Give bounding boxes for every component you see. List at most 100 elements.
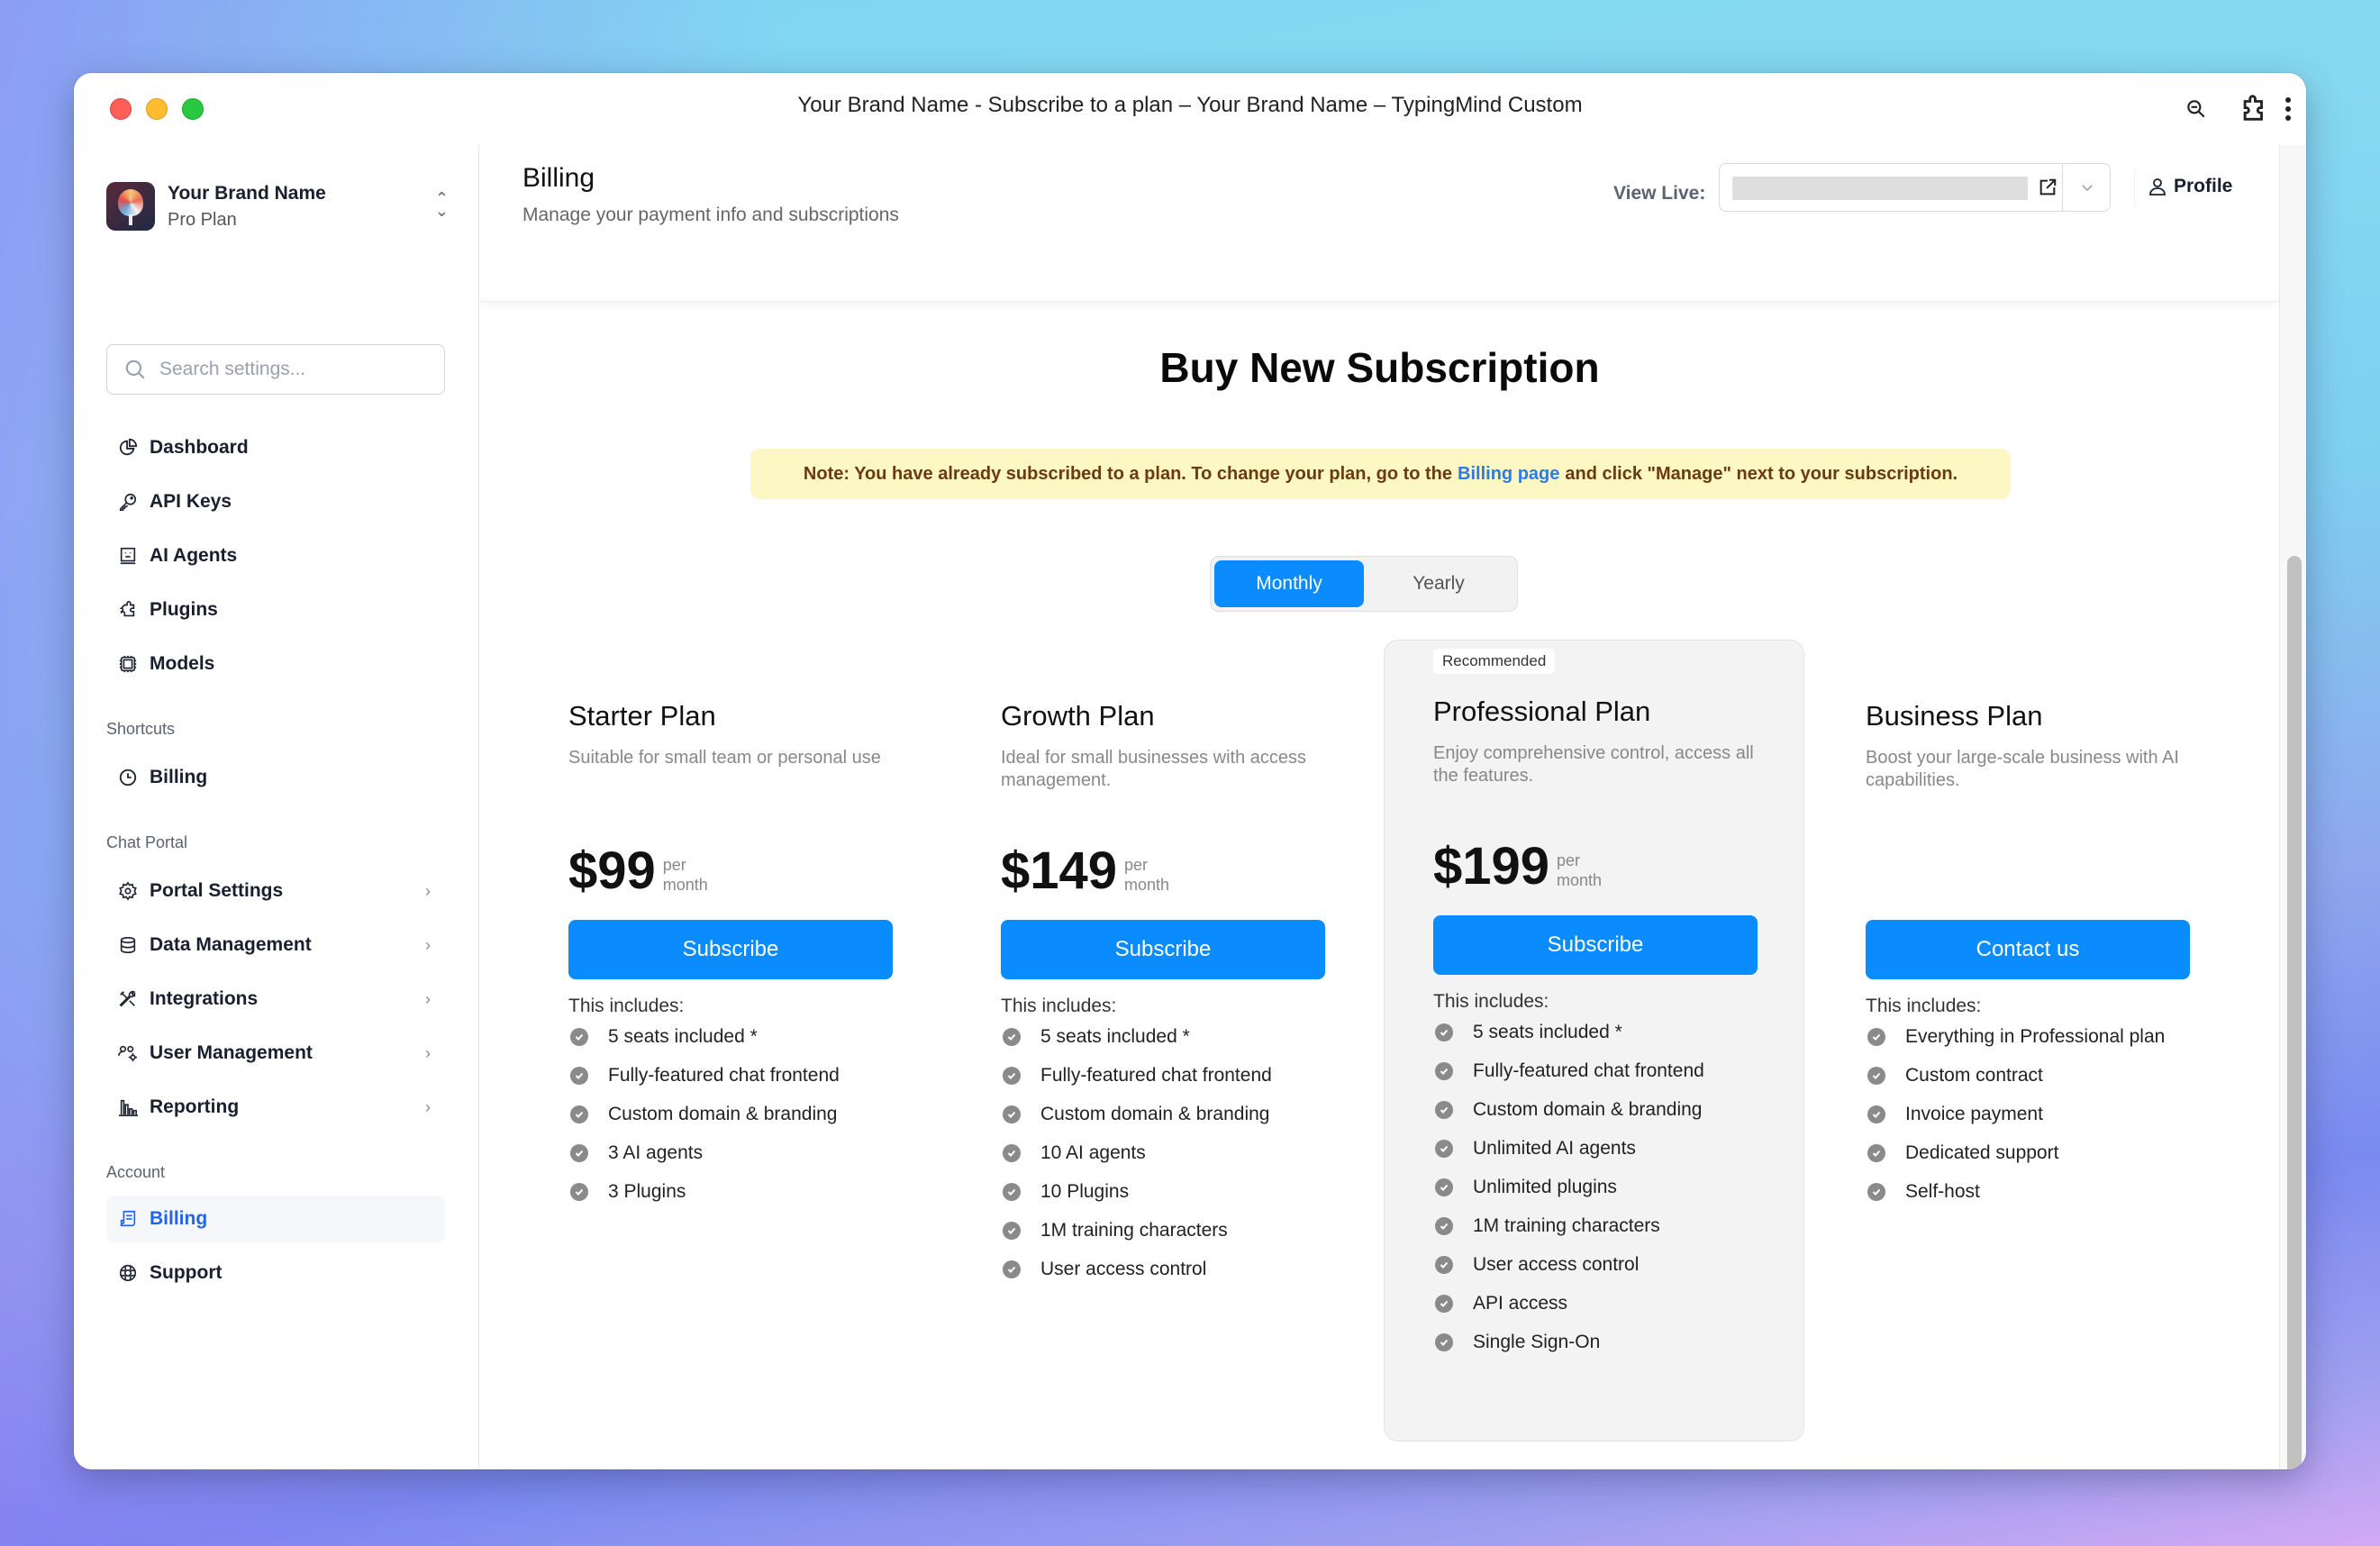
plan-name: Growth Plan bbox=[1001, 700, 1155, 732]
sidebar-item-support[interactable]: Support bbox=[106, 1250, 445, 1296]
feature-list: 5 seats included * Fully-featured chat fr… bbox=[1433, 1013, 1758, 1361]
feature-item: 1M training characters bbox=[1001, 1211, 1325, 1250]
check-circle-icon bbox=[570, 1105, 588, 1123]
check-circle-icon bbox=[1435, 1139, 1453, 1158]
toggle-yearly[interactable]: Yearly bbox=[1364, 560, 1513, 607]
check-circle-icon bbox=[1867, 1105, 1885, 1123]
subscription-content: Buy New Subscription Note: You have alre… bbox=[480, 302, 2279, 1469]
billing-period-toggle: Monthly Yearly bbox=[1210, 556, 1518, 612]
feature-text: Unlimited AI agents bbox=[1473, 1137, 1636, 1159]
sidebar-item-api-keys[interactable]: API Keys bbox=[106, 478, 445, 525]
sidebar-item-portal-settings[interactable]: Portal Settings › bbox=[106, 868, 445, 914]
check-circle-icon bbox=[1867, 1143, 1885, 1162]
chevron-right-icon: › bbox=[425, 989, 431, 1008]
check-circle-icon bbox=[570, 1143, 588, 1162]
sidebar-item-label: Support bbox=[150, 1262, 223, 1283]
chevron-down-icon[interactable] bbox=[2064, 164, 2111, 211]
feature-list: Everything in Professional plan Custom co… bbox=[1866, 1017, 2190, 1211]
check-circle-icon bbox=[1867, 1066, 1885, 1085]
plan-price: $199 per month bbox=[1433, 834, 1758, 893]
note-prefix: Note: You have already subscribed to a p… bbox=[803, 463, 1453, 484]
user-icon bbox=[2147, 176, 2168, 197]
plan-description: Suitable for small team or personal use bbox=[568, 748, 881, 768]
sidebar-item-label: Data Management bbox=[150, 934, 312, 955]
check-circle-icon bbox=[570, 1066, 588, 1085]
zoom-out-icon[interactable] bbox=[2178, 91, 2214, 127]
feature-item: Invoice payment bbox=[1866, 1095, 2190, 1133]
sidebar-item-ai-agents[interactable]: AI Agents bbox=[106, 532, 445, 579]
sidebar-item-reporting[interactable]: Reporting › bbox=[106, 1084, 445, 1131]
feature-item: Fully-featured chat frontend bbox=[1433, 1051, 1758, 1090]
search-settings-input[interactable]: Search settings... bbox=[106, 344, 445, 395]
sidebar-item-plugins[interactable]: Plugins bbox=[106, 587, 445, 633]
subscribe-button[interactable]: Subscribe bbox=[1001, 920, 1325, 979]
search-icon bbox=[125, 359, 145, 379]
sidebar-item-models[interactable]: Models bbox=[106, 641, 445, 687]
search-placeholder: Search settings... bbox=[159, 359, 306, 379]
main-scrollbar[interactable] bbox=[2279, 145, 2306, 1469]
view-live-label: View Live: bbox=[1613, 183, 1706, 204]
bar-chart-icon bbox=[117, 1096, 139, 1118]
view-live-url-redacted bbox=[1732, 177, 2028, 200]
sidebar-item-label: Dashboard bbox=[150, 437, 249, 458]
sidebar-item-billing[interactable]: Billing bbox=[106, 1196, 445, 1242]
external-link-icon[interactable] bbox=[2035, 175, 2060, 200]
feature-item: 5 seats included * bbox=[1001, 1017, 1325, 1056]
clock-icon bbox=[117, 767, 139, 788]
scrollbar-thumb[interactable] bbox=[2287, 556, 2302, 1469]
plan-description: Ideal for small businesses with access m… bbox=[1001, 748, 1307, 790]
page-header-title: Billing bbox=[522, 163, 595, 193]
feature-item: 5 seats included * bbox=[568, 1017, 893, 1056]
sidebar-item-label: Billing bbox=[150, 1208, 208, 1229]
feature-item: Everything in Professional plan bbox=[1866, 1017, 2190, 1056]
sidebar-item-shortcut-billing[interactable]: Billing bbox=[106, 754, 445, 801]
sidebar-item-integrations[interactable]: Integrations › bbox=[106, 976, 445, 1023]
feature-text: 5 seats included * bbox=[608, 1025, 758, 1047]
feature-text: Dedicated support bbox=[1905, 1141, 2059, 1163]
sidebar: Your Brand Name Pro Plan ⌃ ⌄ Search setti… bbox=[74, 145, 479, 1469]
check-circle-icon bbox=[1435, 1100, 1453, 1119]
billing-page-link[interactable]: Billing page bbox=[1458, 464, 1559, 485]
includes-label: This includes: bbox=[1866, 996, 1982, 1016]
toggle-monthly[interactable]: Monthly bbox=[1214, 560, 1364, 607]
puzzle-icon bbox=[117, 599, 139, 621]
feature-item: User access control bbox=[1433, 1245, 1758, 1284]
subscribe-button[interactable]: Subscribe bbox=[1433, 915, 1758, 975]
plan-name: Professional Plan bbox=[1433, 696, 1651, 727]
price-period: per month bbox=[1557, 851, 1603, 889]
check-circle-icon bbox=[1003, 1143, 1021, 1162]
sidebar-item-dashboard[interactable]: Dashboard bbox=[106, 424, 445, 471]
feature-item: 3 AI agents bbox=[568, 1133, 893, 1172]
check-circle-icon bbox=[1003, 1027, 1021, 1046]
sidebar-item-data-management[interactable]: Data Management › bbox=[106, 922, 445, 969]
includes-label: This includes: bbox=[1001, 996, 1117, 1016]
feature-item: Custom domain & branding bbox=[1001, 1095, 1325, 1133]
subscribe-button[interactable]: Subscribe bbox=[568, 920, 893, 979]
contact-us-button[interactable]: Contact us bbox=[1866, 920, 2190, 979]
plan-price-empty bbox=[1866, 839, 2190, 896]
profile-button[interactable]: Profile bbox=[2147, 176, 2232, 197]
receipt-icon bbox=[117, 1208, 139, 1230]
section-label-shortcuts: Shortcuts bbox=[106, 720, 176, 738]
plan-name: Business Plan bbox=[1866, 700, 2043, 732]
page-header-subtitle: Manage your payment info and subscriptio… bbox=[522, 205, 899, 225]
pie-chart-icon bbox=[117, 437, 139, 459]
sidebar-item-user-management[interactable]: User Management › bbox=[106, 1030, 445, 1077]
view-live-select[interactable] bbox=[1719, 163, 2111, 212]
sidebar-item-label: User Management bbox=[150, 1042, 313, 1063]
feature-item: 1M training characters bbox=[1433, 1206, 1758, 1245]
price-amount: $149 bbox=[1001, 841, 1118, 900]
feature-text: User access control bbox=[1040, 1258, 1207, 1279]
feature-item: 3 Plugins bbox=[568, 1172, 893, 1211]
plan-price: $99 per month bbox=[568, 839, 893, 897]
sidebar-item-label: Billing bbox=[150, 767, 208, 787]
more-vertical-icon[interactable] bbox=[2270, 91, 2306, 127]
plan-starter: Starter Plan Suitable for small team or … bbox=[568, 700, 893, 1211]
feature-text: 5 seats included * bbox=[1473, 1021, 1622, 1042]
includes-label: This includes: bbox=[1433, 991, 1549, 1012]
feature-text: API access bbox=[1473, 1292, 1568, 1314]
extensions-puzzle-icon[interactable] bbox=[2236, 91, 2272, 127]
workspace-switcher[interactable]: Your Brand Name Pro Plan ⌃ ⌄ bbox=[106, 179, 449, 233]
feature-text: 10 Plugins bbox=[1040, 1180, 1130, 1202]
brand-plan: Pro Plan bbox=[168, 209, 237, 230]
